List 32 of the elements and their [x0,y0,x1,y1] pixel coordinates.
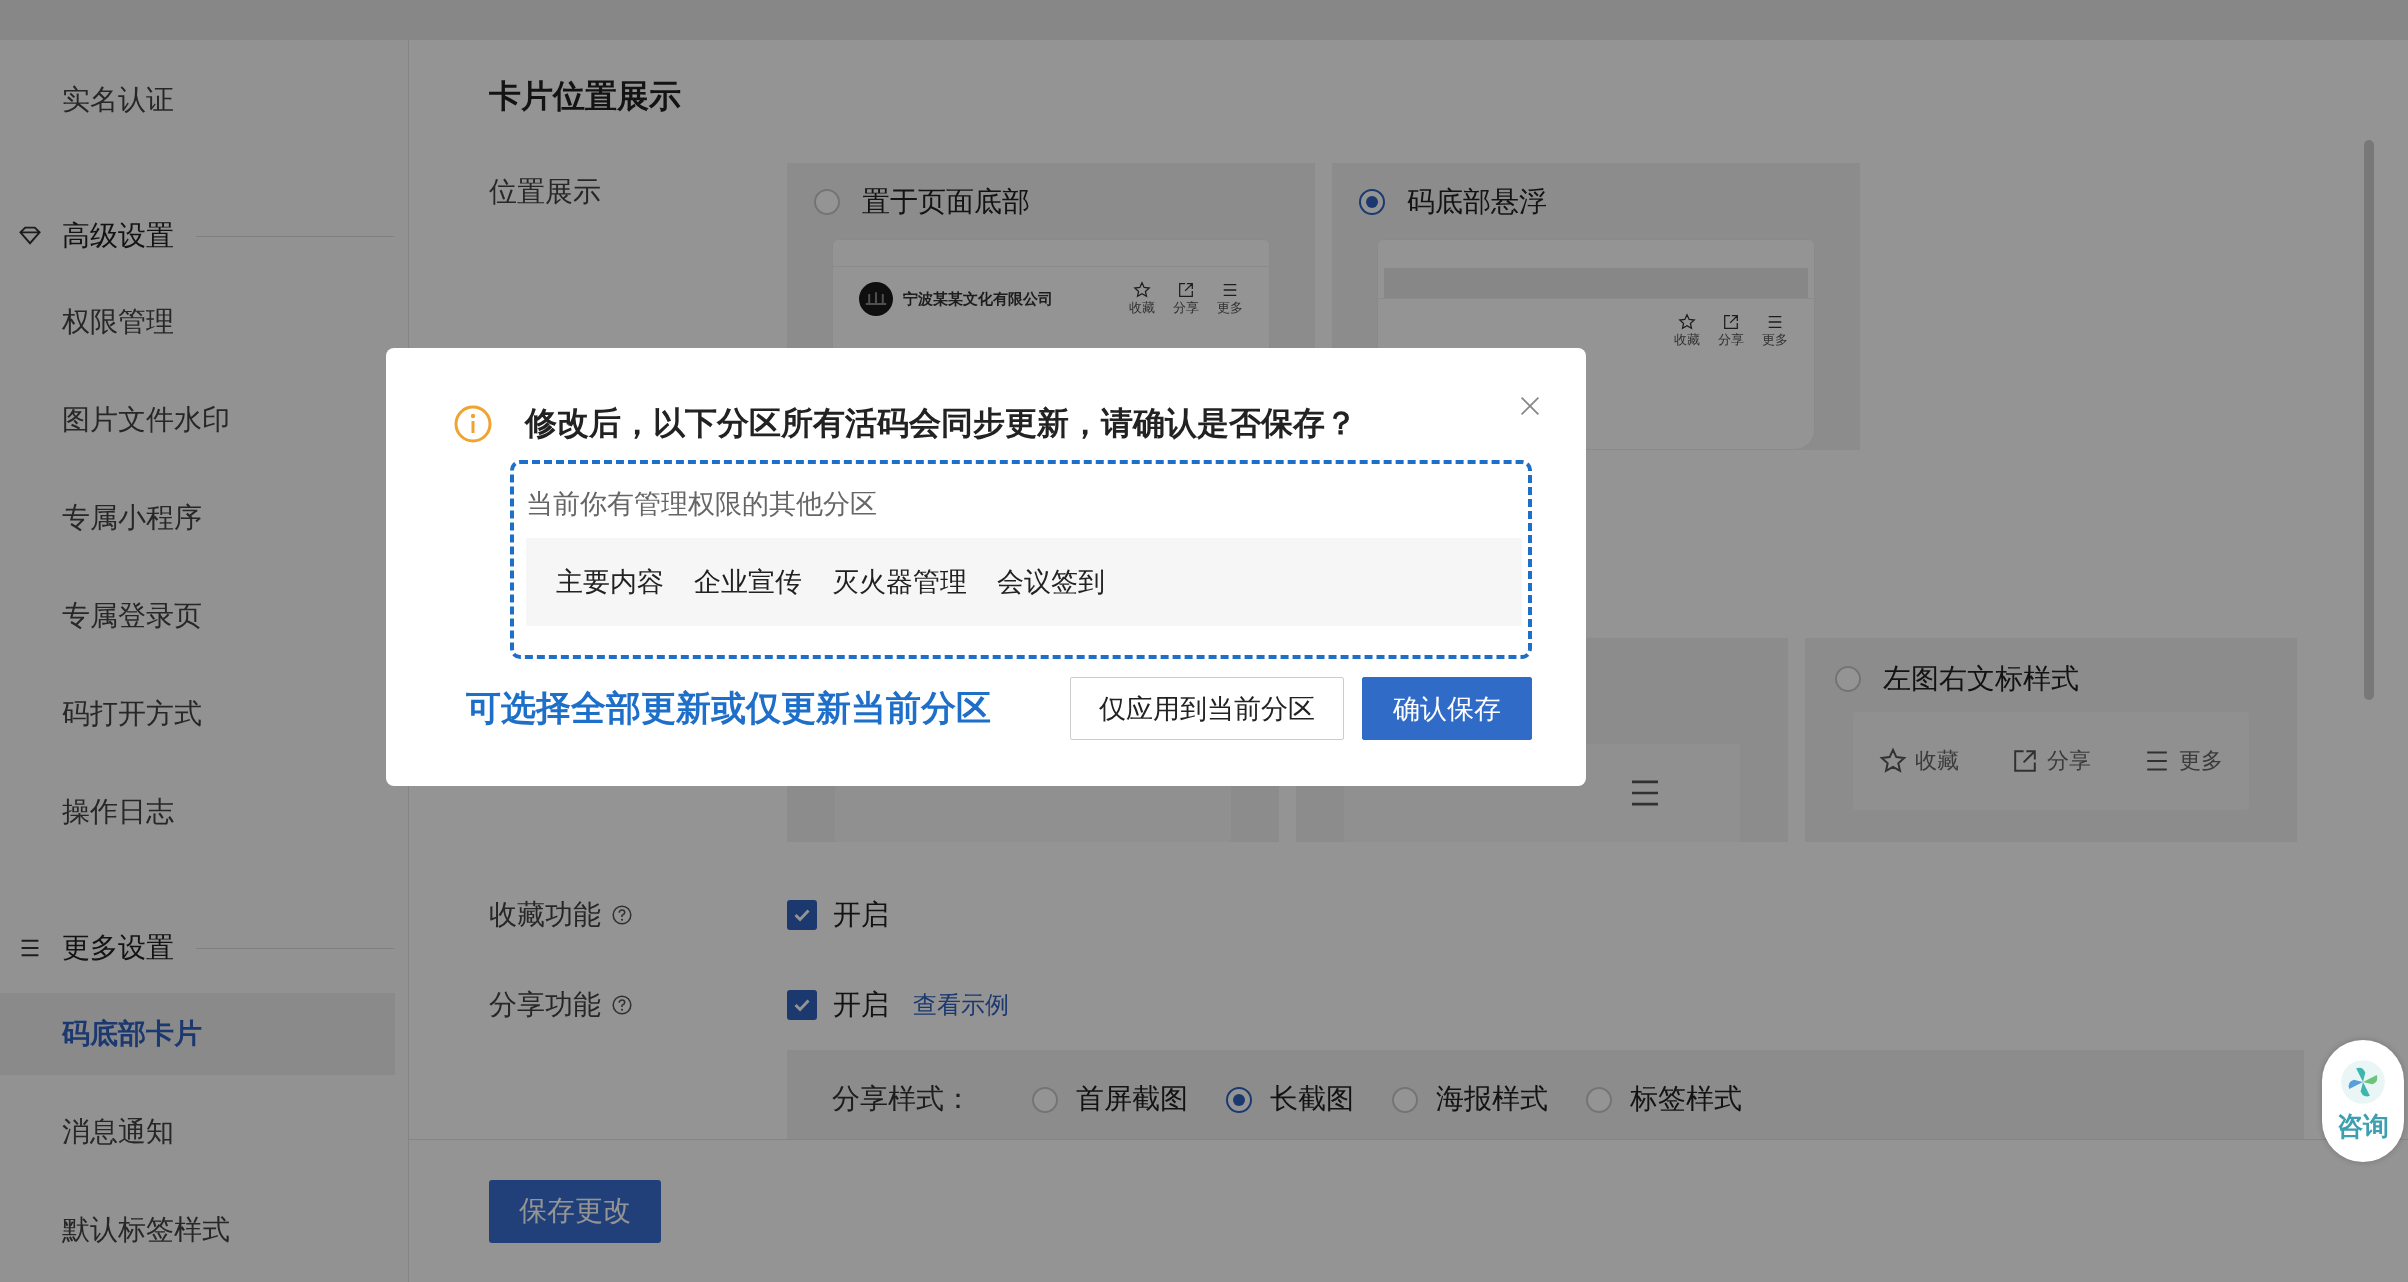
field-label: 收藏功能 [489,898,601,932]
sidebar-section-title: 高级设置 [62,219,174,253]
option-label: 左图右文标样式 [1883,662,2079,696]
checkbox-label: 开启 [833,988,889,1022]
action-label: 更多 [1217,299,1243,317]
section-title: 卡片位置展示 [489,77,682,116]
radio-label: 标签样式 [1630,1082,1742,1116]
action-label: 收藏 [1674,331,1700,349]
action-label: 收藏 [1129,299,1155,317]
action-label: 更多 [2179,747,2223,775]
field-label: 分享功能 [489,988,601,1022]
partition-name: 企业宣传 [694,566,802,599]
sidebar-section-title: 更多设置 [62,931,174,965]
field-label: 分享样式： [832,1082,972,1116]
action-label: 分享 [1718,331,1744,349]
option-label: 置于页面底部 [862,185,1030,219]
radio-label: 海报样式 [1436,1082,1548,1116]
action-label: 分享 [1173,299,1199,317]
field-label: 位置展示 [489,175,602,209]
option-label: 码底部悬浮 [1407,185,1547,219]
partition-name: 主要内容 [556,566,664,599]
radio-label: 首屏截图 [1076,1082,1188,1116]
action-label: 分享 [2047,747,2091,775]
partition-name: 会议签到 [997,566,1105,599]
partition-name: 灭火器管理 [832,566,967,599]
company-name: 宁波某某文化有限公司 [903,289,1053,309]
action-label: 更多 [1762,331,1788,349]
box-caption: 当前你有管理权限的其他分区 [526,488,878,521]
hint-text: 可选择全部更新或仅更新当前分区 [466,687,991,729]
checkbox-label: 开启 [833,898,889,932]
radio-label: 长截图 [1270,1082,1354,1116]
action-label: 收藏 [1915,747,1959,775]
